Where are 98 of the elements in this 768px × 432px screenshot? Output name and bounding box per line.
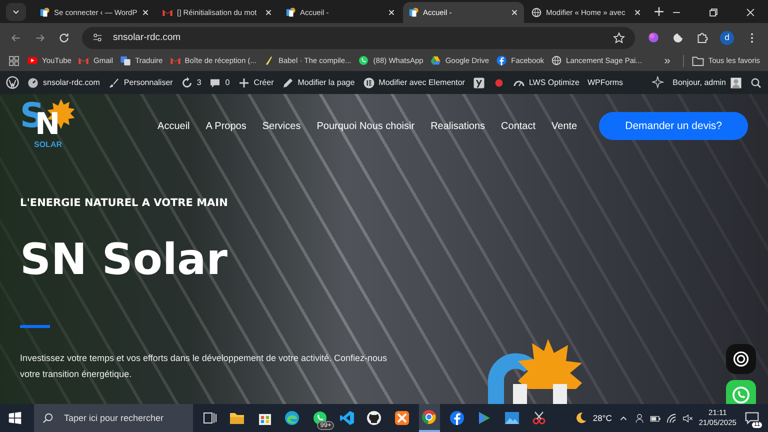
facebook-icon	[448, 410, 465, 426]
admin-bar-item[interactable]: LWS Optimize	[512, 76, 580, 88]
cat-icon	[366, 410, 382, 426]
weather-widget[interactable]: 28°C	[574, 411, 612, 425]
hero-title: SN Solar	[20, 235, 228, 287]
pencil-icon	[282, 76, 294, 88]
triangle-icon	[430, 55, 442, 66]
letter-logo-icon	[408, 7, 419, 18]
tab-list-button[interactable]	[6, 3, 26, 21]
admin-bar-item[interactable]: Personnaliser	[108, 76, 173, 88]
flower-icon	[732, 350, 750, 368]
envelope-icon	[170, 55, 181, 66]
speaker-muted-icon[interactable]	[682, 412, 693, 424]
site-settings-icon[interactable]	[92, 32, 103, 43]
whatsapp-button[interactable]	[726, 380, 756, 404]
close-icon[interactable]	[745, 7, 756, 18]
code-editor-icon	[338, 410, 355, 426]
wifi-icon[interactable]	[666, 412, 677, 424]
puzzle-icon[interactable]	[696, 32, 708, 44]
image-icon	[504, 410, 520, 426]
nav-link[interactable]: Accueil	[158, 120, 190, 132]
letter-logo-icon	[39, 7, 50, 18]
letter-logo-icon	[285, 7, 296, 18]
close-icon[interactable]	[510, 8, 519, 17]
restore-icon[interactable]	[708, 7, 719, 18]
refresh-icon	[180, 76, 193, 88]
play-icon	[27, 55, 38, 66]
wordpress-icon[interactable]	[6, 76, 19, 89]
plus-icon	[238, 76, 250, 88]
address-bar[interactable]: snsolar-rdc.com	[82, 26, 635, 48]
search-icon[interactable]	[750, 76, 762, 88]
facebook-icon	[496, 55, 508, 66]
nav-link[interactable]: A Propos	[206, 120, 246, 132]
taskbar-app-button[interactable]	[418, 404, 440, 432]
new-tab-button[interactable]: +	[649, 2, 669, 23]
nav-link[interactable]: Vente	[552, 120, 578, 132]
brush-icon	[108, 76, 120, 88]
star-icon[interactable]	[613, 32, 625, 44]
admin-bar-item[interactable]: Modifier la page	[282, 76, 355, 88]
more-bookmarks-button[interactable]: »	[658, 54, 676, 66]
admin-bar-item[interactable]: WPForms	[587, 78, 624, 87]
accessibility-button[interactable]	[726, 344, 756, 374]
chat-icon	[745, 411, 760, 425]
speech-bubble-icon	[209, 76, 222, 88]
cookie-icon[interactable]	[672, 32, 684, 44]
nav-link[interactable]: Realisations	[430, 120, 486, 132]
admin-bar-item[interactable]: 3	[180, 76, 202, 88]
nav-link[interactable]: Services	[262, 120, 301, 132]
nav-link[interactable]: Pourquoi Nous choisir	[316, 120, 415, 132]
globe-icon	[551, 55, 562, 66]
elementor-icon	[362, 76, 375, 88]
translate-icon	[120, 55, 132, 66]
profile-avatar[interactable]: d	[720, 30, 734, 44]
chat-bubble-icon	[731, 385, 751, 404]
gauge-icon	[27, 76, 39, 88]
folder-icon	[229, 410, 246, 426]
sparkle-icon[interactable]	[652, 76, 665, 89]
moon-icon	[574, 411, 588, 425]
admin-bar-item[interactable]: 0	[209, 76, 230, 88]
quote-button[interactable]: Demander un devis?	[599, 112, 748, 140]
globe-icon	[531, 7, 542, 18]
close-icon[interactable]	[264, 8, 273, 17]
wave-circle-icon	[284, 410, 300, 426]
envelope-icon	[78, 55, 90, 66]
task-view-icon	[202, 410, 218, 426]
chat-bubble-icon	[358, 55, 370, 66]
back-arrow-icon[interactable]	[10, 32, 22, 44]
close-icon[interactable]	[141, 8, 150, 17]
play-triangle-icon	[476, 410, 492, 426]
nav-link[interactable]: Contact	[501, 120, 536, 132]
apps-grid-icon[interactable]	[8, 54, 20, 66]
accent-bar	[20, 324, 50, 328]
url-text: snsolar-rdc.com	[113, 32, 181, 43]
forward-arrow-icon[interactable]	[34, 32, 46, 44]
reload-icon[interactable]	[58, 32, 70, 44]
person-icon[interactable]	[634, 412, 645, 424]
hero-tagline: L'ENERGIE NATUREL A VOTRE MAIN	[20, 197, 228, 209]
y-logo-icon[interactable]	[472, 76, 485, 88]
status-dot-icon[interactable]	[492, 76, 505, 88]
search-icon	[42, 412, 54, 424]
windows-start-icon[interactable]	[8, 411, 22, 425]
admin-bar-item[interactable]: Modifier avec Elementor	[362, 76, 465, 88]
taskbar-search-field[interactable]: Taper ici pour rechercher	[34, 404, 193, 432]
admin-bar-item[interactable]: snsolar-rdc.com	[27, 76, 100, 88]
chrome-icon	[421, 409, 438, 425]
folder-icon	[692, 54, 704, 66]
envelope-icon	[162, 7, 173, 18]
scissors-icon	[531, 410, 548, 426]
pen-icon	[263, 55, 274, 66]
orb-icon[interactable]	[647, 31, 660, 44]
account-greeting[interactable]: Bonjour, admin	[672, 76, 742, 88]
avatar-icon	[730, 76, 742, 88]
x-logo-icon	[394, 410, 410, 426]
admin-bar-item[interactable]: Créer	[238, 76, 274, 88]
close-icon[interactable]	[387, 8, 396, 17]
close-icon[interactable]	[633, 8, 642, 17]
hero-paragraph: Investissez votre temps et vos efforts dans le développement de votre activité. Confiez-nous votre transition énergétique.	[20, 352, 388, 382]
search-input[interactable]: Taper ici pour rechercher	[62, 412, 185, 424]
